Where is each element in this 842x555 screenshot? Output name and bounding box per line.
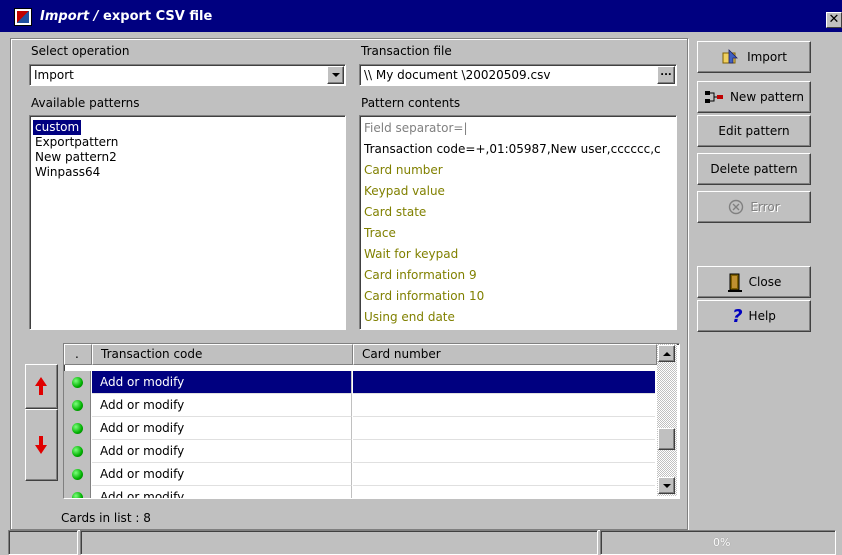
list-item[interactable]: Winpass64 [33,165,102,180]
operation-select[interactable]: Import [29,64,346,86]
status-dot-icon [72,469,83,480]
operation-value: Import [34,68,74,82]
close-button-label: Close [748,275,782,289]
table-row[interactable]: Add or modify [64,463,655,486]
up-arrow-icon [35,377,47,395]
new-pattern-icon [704,91,723,103]
pattern-contents-label: Pattern contents [361,96,461,110]
status-dot-icon [72,400,83,411]
card-number-cell [353,463,655,486]
status-dot-icon [72,492,83,498]
table-row[interactable]: Add or modify [64,394,655,417]
pattern-line: Card information 10 [364,289,485,303]
grid-scrollbar[interactable] [657,344,677,496]
pattern-contents-box[interactable]: Field separator=| Transaction code=+,01:… [359,115,677,330]
scroll-down-button[interactable] [658,477,675,494]
list-item[interactable]: New pattern2 [33,150,119,165]
pattern-line: Card number [364,163,443,177]
patterns-list[interactable]: custom Exportpattern New pattern2 Winpas… [29,115,346,330]
table-row[interactable]: Add or modify [64,440,655,463]
title-bar: Import / export CSV file ✕ [0,0,842,32]
available-patterns-label: Available patterns [31,96,140,110]
chevron-down-icon[interactable] [327,66,344,84]
status-dot-icon [72,423,83,434]
help-icon: ? [732,305,743,327]
card-number-cell [353,486,655,498]
help-button[interactable]: ? Help [697,300,811,332]
delete-pattern-button-label: Delete pattern [710,162,798,176]
table-row[interactable]: Add or modify [64,417,655,440]
pattern-line: Using end date [364,310,455,324]
scroll-thumb[interactable] [658,428,675,450]
transaction-code-cell: Add or modify [92,417,352,440]
list-item[interactable]: Exportpattern [33,135,120,150]
delete-pattern-button[interactable]: Delete pattern [697,153,811,185]
pattern-line: Field separator=| [364,121,468,135]
pattern-line: Transaction code=+,01:05987,New user,ccc… [364,142,661,156]
card-number-cell [353,394,655,417]
move-up-button[interactable] [25,364,58,409]
error-button[interactable]: Error [697,191,811,223]
pattern-line: Card information 9 [364,268,477,282]
down-arrow-icon [35,436,47,454]
transaction-file-label: Transaction file [361,44,452,58]
close-button[interactable]: Close [697,266,811,298]
new-pattern-button-label: New pattern [729,90,805,104]
browse-button[interactable]: ... [657,66,675,84]
new-pattern-button[interactable]: New pattern [697,81,811,113]
scroll-up-button[interactable] [658,345,675,362]
transaction-file-field[interactable]: \\ My document \20020509.csv ... [359,64,677,86]
table-row[interactable]: Add or modify [64,486,655,498]
card-number-cell [353,417,655,440]
card-number-cell [353,371,655,394]
pattern-line: Card state [364,205,427,219]
import-button-label: Import [747,50,787,64]
cards-in-list-count: Cards in list : 8 [61,511,151,525]
table-row[interactable]: Add or modify [64,371,655,394]
progress-bar: 0% [600,530,836,555]
pattern-line: Trace [364,226,396,240]
card-number-cell [353,440,655,463]
transaction-code-cell: Add or modify [92,486,352,498]
transaction-code-cell: Add or modify [92,440,352,463]
transaction-code-cell: Add or modify [92,463,352,486]
window-title: Import / export CSV file [40,9,213,24]
error-icon [729,199,744,215]
pattern-line: Wait for keypad [364,247,459,261]
status-dot-icon [72,377,83,388]
progress-text: 0% [713,536,731,549]
transaction-code-cell: Add or modify [92,394,352,417]
door-icon [727,273,742,292]
pattern-line: Keypad value [364,184,445,198]
column-header-transaction-code[interactable]: Transaction code [92,344,353,365]
edit-pattern-button-label: Edit pattern [718,124,790,138]
move-down-button[interactable] [25,409,58,481]
column-header-card-number[interactable]: Card number [353,344,657,365]
app-icon [14,8,32,26]
status-dot-icon [72,446,83,457]
status-cell-1 [8,530,78,555]
import-button[interactable]: Import [697,41,811,73]
status-cell-2 [80,530,598,555]
import-icon [722,49,739,64]
select-operation-label: Select operation [31,44,130,58]
edit-pattern-button[interactable]: Edit pattern [697,115,811,147]
grid-header-dot: . [64,344,92,365]
help-button-label: Help [748,309,776,323]
transaction-code-cell: Add or modify [92,371,352,394]
list-item[interactable]: custom [33,120,82,135]
close-icon[interactable]: ✕ [826,12,842,28]
transaction-file-value: \\ My document \20020509.csv [364,68,551,82]
transactions-grid[interactable]: . Transaction code Card number Add or mo… [63,343,680,499]
error-button-label: Error [750,200,780,214]
